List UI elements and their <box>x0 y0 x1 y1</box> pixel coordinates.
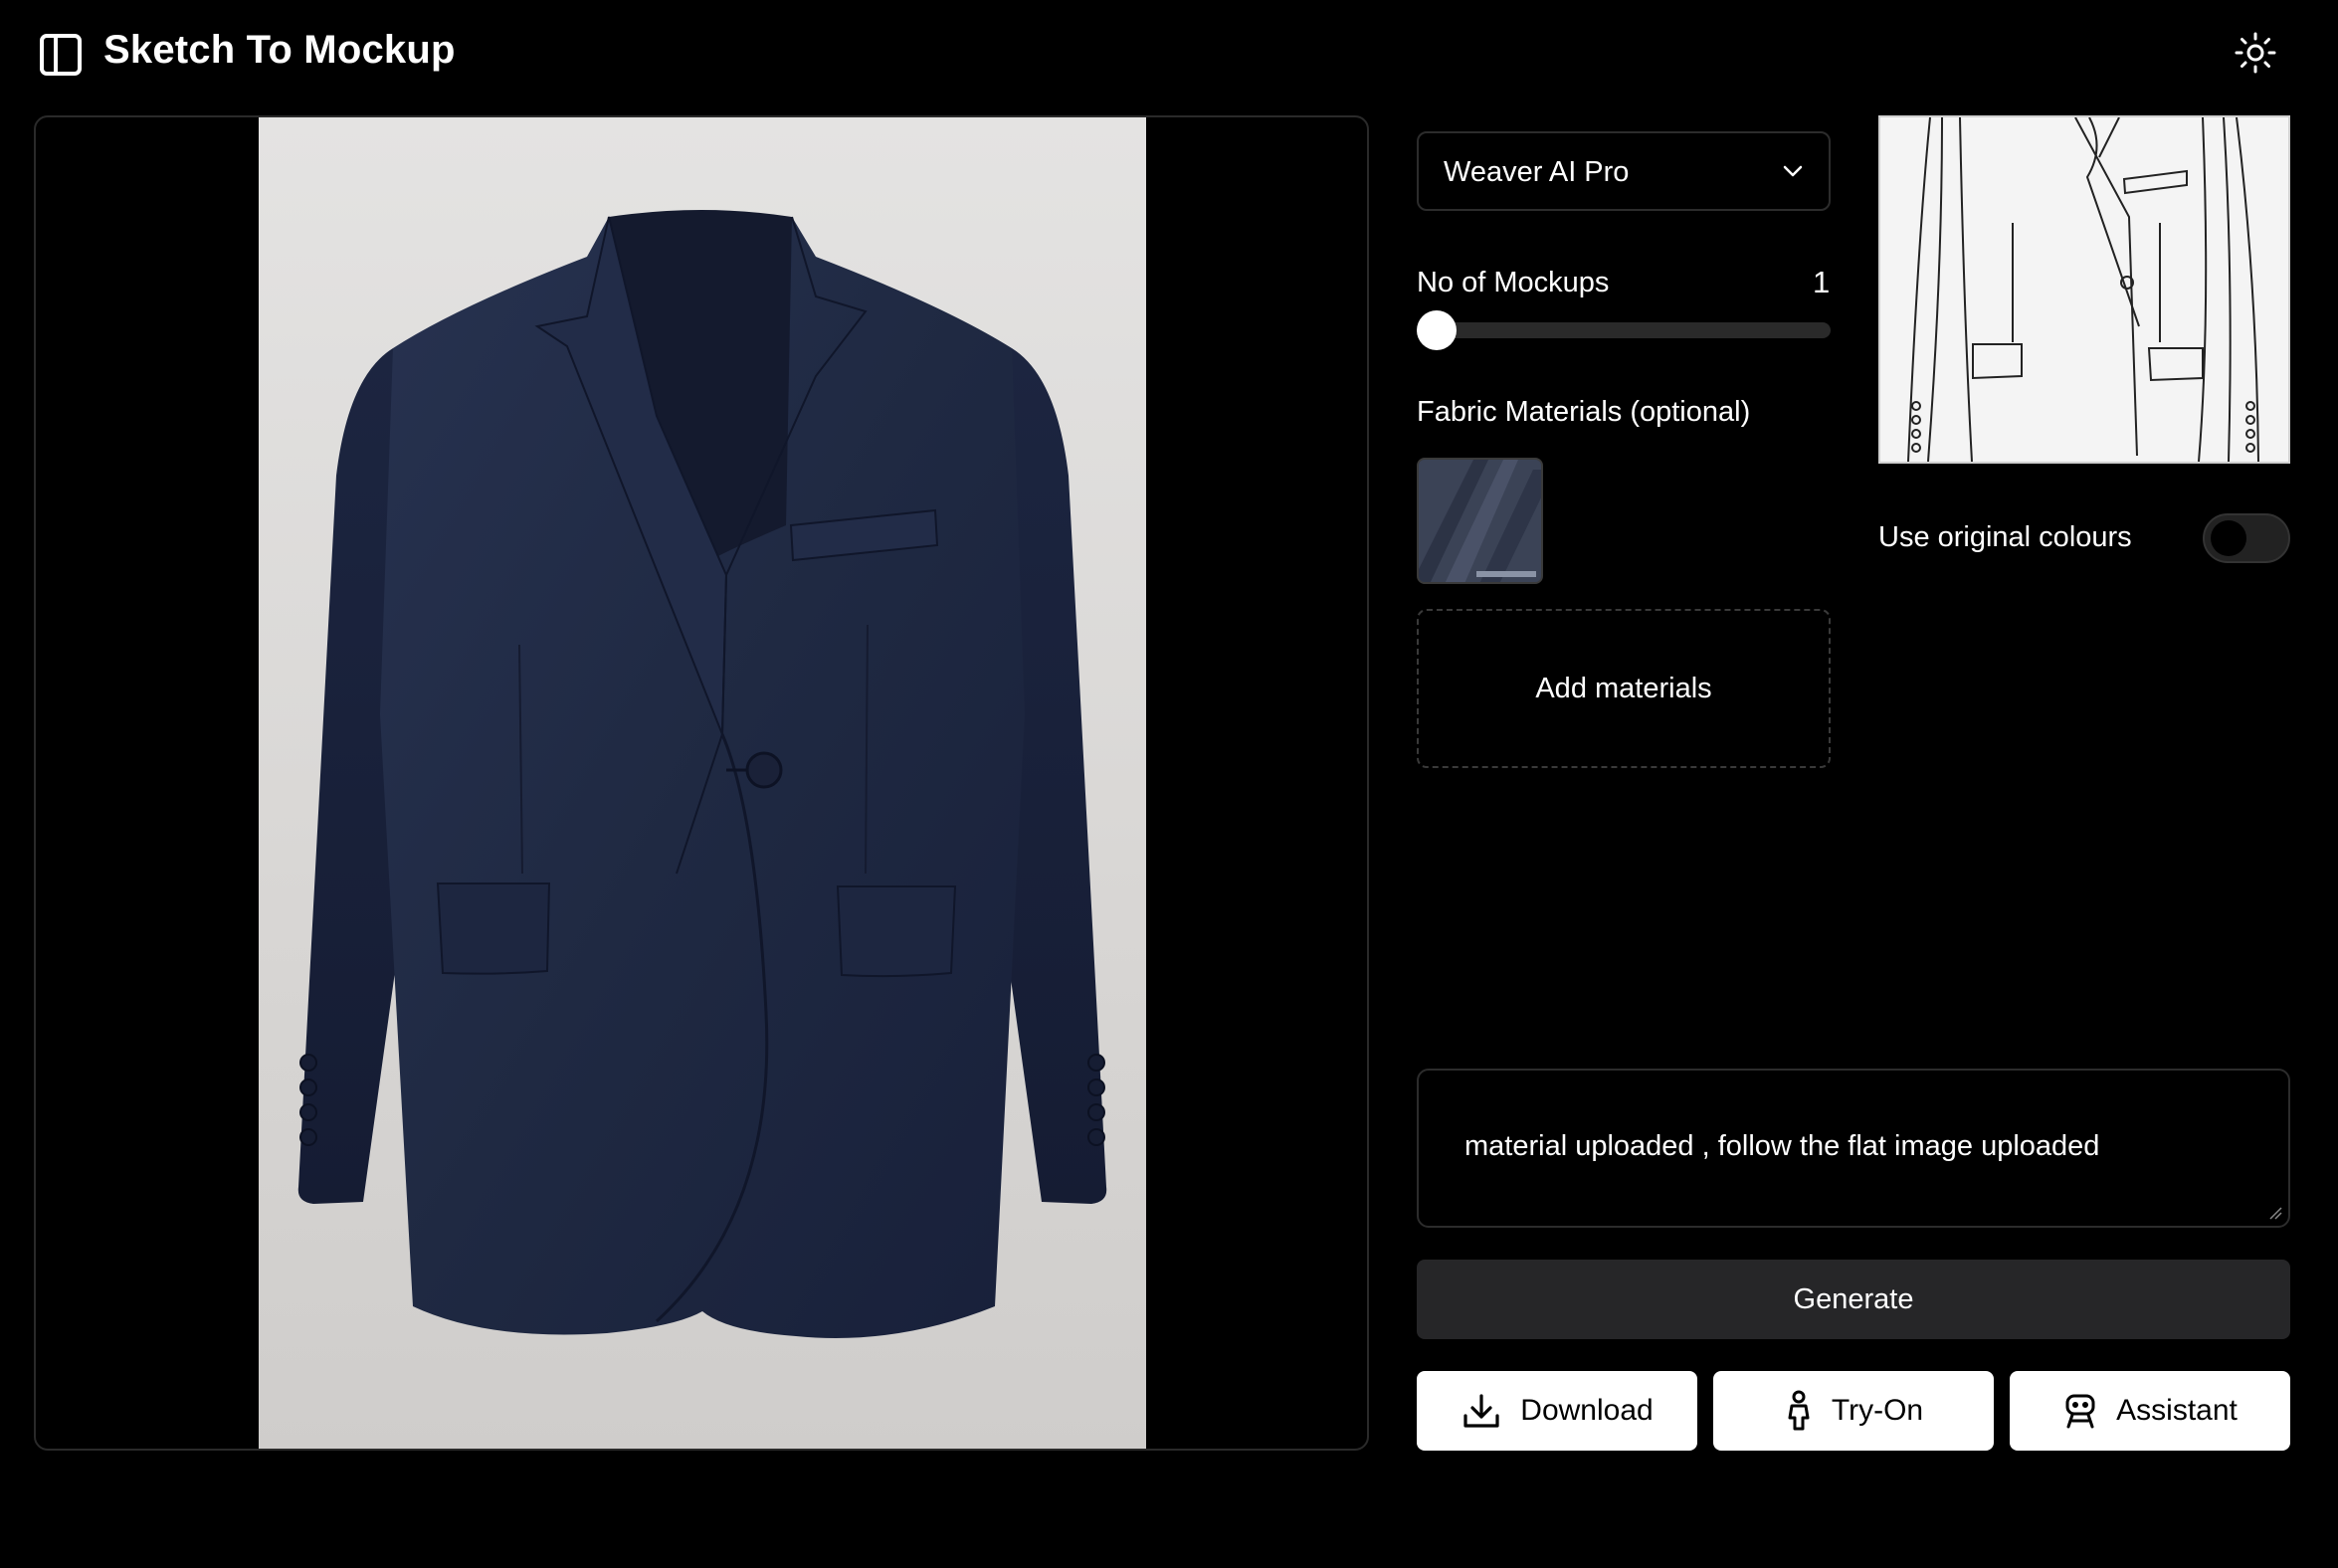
prompt-text: material uploaded , follow the flat imag… <box>1464 1130 2100 1162</box>
blazer-illustration <box>297 210 1107 1338</box>
mockups-slider-thumb[interactable] <box>1417 310 1457 350</box>
sketch-image[interactable] <box>1878 115 2290 464</box>
robot-icon <box>2062 1391 2098 1431</box>
fabric-materials-label: Fabric Materials (optional) <box>1417 396 1751 428</box>
try-on-label: Try-On <box>1831 1394 1924 1427</box>
use-original-colours-toggle[interactable] <box>2203 513 2290 563</box>
download-button[interactable]: Download <box>1417 1371 1697 1451</box>
assistant-label: Assistant <box>2116 1394 2238 1427</box>
download-label: Download <box>1520 1394 1654 1427</box>
toggle-knob <box>2211 520 2246 556</box>
mockups-count-label: No of Mockups <box>1417 267 1610 298</box>
sidebar-panel-icon[interactable] <box>40 34 82 76</box>
app-title: Sketch To Mockup <box>103 28 456 72</box>
download-icon <box>1461 1390 1502 1432</box>
mockups-count-value: 1 <box>1813 265 1831 299</box>
model-select-value: Weaver AI Pro <box>1444 156 1630 188</box>
header: Sketch To Mockup <box>0 0 2338 109</box>
fabric-material-thumbnail[interactable] <box>1417 458 1543 584</box>
use-original-colours-label: Use original colours <box>1878 521 2132 553</box>
mockups-slider-track[interactable] <box>1417 322 1831 338</box>
sun-icon[interactable] <box>2233 30 2278 76</box>
model-select[interactable]: Weaver AI Pro <box>1417 131 1831 211</box>
person-icon <box>1784 1390 1814 1432</box>
chevron-down-icon <box>1781 159 1805 183</box>
mockup-image <box>259 117 1146 1449</box>
assistant-button[interactable]: Assistant <box>2010 1371 2290 1451</box>
app-root: Sketch To Mockup Weaver AI Pro No of Moc… <box>0 0 2338 1568</box>
generate-button[interactable]: Generate <box>1417 1260 2290 1339</box>
blazer-sketch-illustration <box>1907 117 2259 462</box>
try-on-button[interactable]: Try-On <box>1713 1371 1994 1451</box>
resize-handle-icon[interactable] <box>2268 1206 2282 1220</box>
prompt-textarea[interactable]: material uploaded , follow the flat imag… <box>1417 1069 2290 1228</box>
mockup-preview-panel <box>34 115 1369 1451</box>
add-materials-button[interactable]: Add materials <box>1417 609 1831 768</box>
